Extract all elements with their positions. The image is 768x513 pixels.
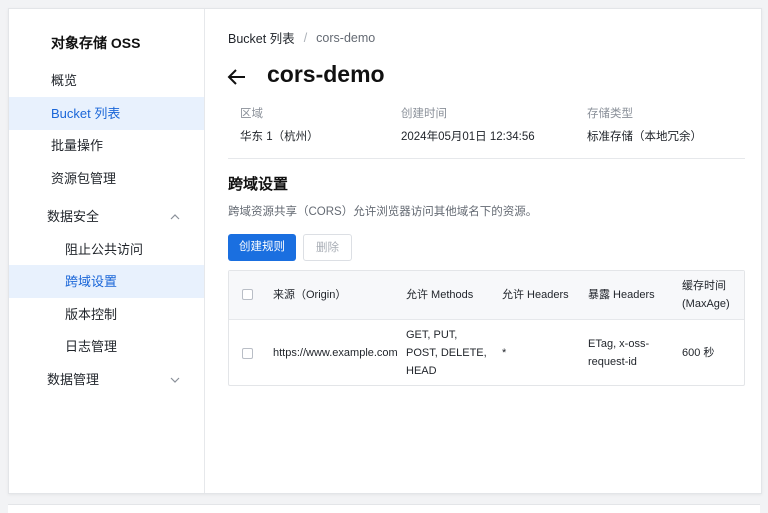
meta-storage-value: 标准存储（本地冗余） [587, 131, 702, 143]
breadcrumb-separator: / [303, 30, 308, 45]
meta-created-label: 创建时间 [401, 108, 447, 120]
sidebar-item-label: 批量操作 [51, 138, 104, 153]
sidebar-item-label: 资源包管理 [51, 171, 117, 186]
sidebar-item-label: Bucket 列表 [51, 106, 121, 121]
section-title: 跨域设置 [228, 176, 289, 193]
sidebar-item-bucket-list[interactable]: Bucket 列表 [9, 97, 204, 130]
chevron-down-icon [170, 377, 180, 383]
cell-expose-headers: ETag, x-oss- request-id [588, 335, 649, 371]
meta-region-value: 华东 1（杭州） [240, 131, 319, 143]
sidebar-item-versioning[interactable]: 版本控制 [9, 298, 204, 331]
column-header-maxage: 缓存时间 (MaxAge) [682, 277, 730, 313]
table-header: 来源（Origin） 允许 Methods 允许 Headers 暴露 Head… [229, 271, 744, 320]
main-content: Bucket 列表 / cors-demo cors-demo 区域 华东 1（… [205, 9, 761, 493]
breadcrumb-current: cors-demo [316, 30, 376, 45]
sidebar-item-resource-packages[interactable]: 资源包管理 [9, 162, 204, 195]
column-header-origin: 来源（Origin） [273, 289, 347, 301]
row-checkbox[interactable] [242, 348, 253, 359]
sidebar-item-label: 跨域设置 [65, 274, 118, 289]
app-window: 对象存储 OSS 概览 Bucket 列表 批量操作 资源包管理 数据安全 阻止… [8, 8, 762, 494]
meta-region: 区域 华东 1（杭州） [240, 105, 319, 144]
meta-region-label: 区域 [240, 108, 263, 120]
select-all-checkbox[interactable] [242, 289, 253, 300]
meta-created: 创建时间 2024年05月01日 12:34:56 [401, 105, 535, 144]
breadcrumb: Bucket 列表 / cors-demo [228, 28, 375, 47]
breadcrumb-link-bucket-list[interactable]: Bucket 列表 [228, 28, 295, 47]
chevron-up-icon [170, 214, 180, 220]
cell-methods: GET, PUT, POST, DELETE, HEAD [406, 326, 487, 380]
create-rule-button[interactable]: 创建规则 [228, 234, 296, 261]
arrow-left-icon[interactable] [227, 67, 247, 87]
page-title: cors-demo [267, 61, 385, 87]
cors-rules-table: 来源（Origin） 允许 Methods 允许 Headers 暴露 Head… [228, 270, 745, 386]
delete-button[interactable]: 删除 [303, 234, 352, 261]
cell-methods-line2: POST, DELETE, [406, 347, 487, 359]
sidebar-item-batch-operations[interactable]: 批量操作 [9, 129, 204, 162]
column-header-allowed-headers: 允许 Headers [502, 289, 569, 301]
cell-allowed-headers: * [502, 347, 507, 359]
meta-storage-label: 存储类型 [587, 108, 633, 120]
sidebar-group-data-security[interactable]: 数据安全 [9, 200, 204, 233]
sidebar-item-block-public-access[interactable]: 阻止公共访问 [9, 233, 204, 266]
column-header-maxage-line2: (MaxAge) [682, 298, 730, 310]
cell-methods-line1: GET, PUT, [406, 329, 458, 341]
sidebar-item-label: 版本控制 [65, 307, 118, 322]
cell-methods-line3: HEAD [406, 365, 437, 377]
sidebar-item-cors[interactable]: 跨域设置 [9, 265, 204, 298]
sidebar-item-label: 数据管理 [47, 372, 100, 387]
column-header-methods: 允许 Methods [406, 289, 474, 301]
sidebar-group-data-management[interactable]: 数据管理 [9, 363, 204, 396]
sidebar: 对象存储 OSS 概览 Bucket 列表 批量操作 资源包管理 数据安全 阻止… [9, 9, 205, 493]
sidebar-item-label: 概览 [51, 73, 78, 88]
cell-maxage: 600 秒 [682, 347, 715, 359]
section-description: 跨域资源共享（CORS）允许浏览器访问其他域名下的资源。 [228, 206, 538, 218]
sidebar-item-label: 阻止公共访问 [65, 242, 144, 257]
sidebar-item-label: 日志管理 [65, 339, 118, 354]
column-header-expose-headers: 暴露 Headers [588, 289, 655, 301]
product-title: 对象存储 OSS [51, 35, 141, 51]
column-header-maxage-line1: 缓存时间 [682, 280, 726, 292]
sidebar-item-overview[interactable]: 概览 [9, 64, 204, 97]
cell-origin: https://www.example.com [273, 347, 398, 359]
cell-expose-line1: ETag, x-oss- [588, 338, 650, 350]
sidebar-item-logging[interactable]: 日志管理 [9, 330, 204, 363]
cell-expose-line2: request-id [588, 356, 637, 368]
meta-storage-class: 存储类型 标准存储（本地冗余） [587, 105, 702, 144]
divider [228, 158, 745, 159]
meta-created-value: 2024年05月01日 12:34:56 [401, 131, 535, 143]
sidebar-item-label: 数据安全 [47, 209, 100, 224]
